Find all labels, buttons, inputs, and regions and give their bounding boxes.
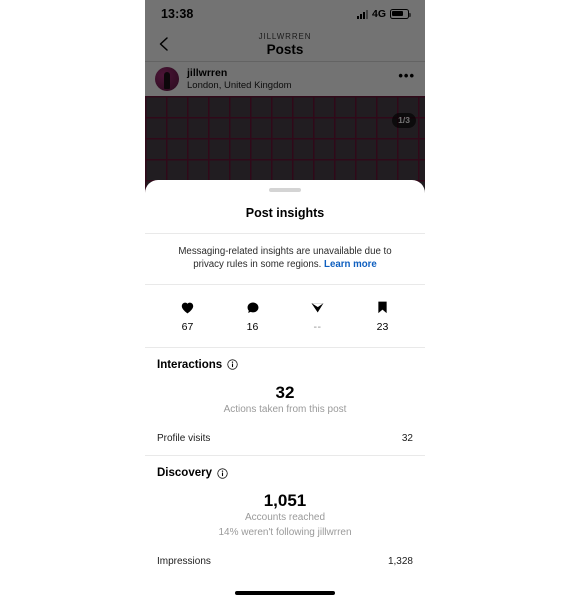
- page-title: Posts: [266, 42, 304, 57]
- post-location[interactable]: London, United Kingdom: [187, 80, 398, 92]
- home-indicator: [235, 591, 335, 595]
- app-background: 13:38 4G JILLWRREN Posts jillwrren Londo…: [145, 0, 425, 200]
- info-icon[interactable]: [217, 467, 228, 479]
- metric-comments[interactable]: 16: [220, 300, 285, 333]
- signal-bars-icon: [356, 9, 368, 19]
- metric-value: 67: [181, 320, 194, 333]
- row-impressions[interactable]: Impressions 1,328: [145, 544, 425, 578]
- info-icon[interactable]: [227, 359, 238, 370]
- interactions-header: Interactions: [157, 359, 413, 371]
- discovery-caption-secondary: 14% weren't following jillwrren: [218, 526, 352, 538]
- discovery-header: Discovery: [157, 467, 413, 479]
- discovery-total: 1,051: [263, 491, 307, 510]
- post-author-meta: jillwrren London, United Kingdom: [187, 67, 398, 92]
- comment-icon: [220, 300, 285, 316]
- discovery-summary: 1,051 Accounts reached 14% weren't follo…: [157, 479, 413, 544]
- status-bar: 13:38 4G: [145, 0, 425, 28]
- discovery-caption: Accounts reached: [244, 512, 326, 523]
- metric-shares[interactable]: --: [285, 300, 350, 333]
- sheet-title: Post insights: [245, 205, 325, 220]
- battery-icon: [390, 9, 411, 19]
- section-title: Interactions: [157, 358, 223, 371]
- metric-value: 23: [376, 320, 389, 333]
- metric-saves[interactable]: 23: [350, 300, 415, 333]
- navigation-bar: JILLWRREN Posts: [145, 28, 425, 62]
- heart-icon: [155, 300, 220, 316]
- section-title: Discovery: [157, 467, 212, 479]
- metric-value: 16: [246, 320, 259, 333]
- post-header: jillwrren London, United Kingdom •••: [145, 62, 425, 96]
- row-profile-visits[interactable]: Profile visits 32: [145, 421, 425, 456]
- share-icon: [285, 300, 350, 316]
- discovery-section: Discovery 1,051 Accounts reached 14% wer…: [145, 456, 425, 544]
- navigation-titles: JILLWRREN Posts: [145, 31, 425, 57]
- engagement-metrics-row: 67 16 -- 23: [145, 285, 425, 348]
- post-username[interactable]: jillwrren: [187, 67, 398, 80]
- status-bar-indicators: 4G: [356, 8, 411, 20]
- learn-more-link[interactable]: Learn more: [324, 259, 377, 270]
- drag-handle-icon[interactable]: [269, 188, 301, 192]
- status-bar-time: 13:38: [161, 7, 194, 21]
- post-insights-sheet: Post insights Messaging-related insights…: [145, 180, 425, 600]
- row-value: 32: [401, 433, 413, 444]
- row-label: Impressions: [157, 556, 211, 567]
- interactions-summary: 32 Actions taken from this post: [157, 371, 413, 422]
- bookmark-icon: [350, 300, 415, 316]
- interactions-total: 32: [275, 382, 295, 402]
- interactions-section: Interactions 32 Actions taken from this …: [145, 348, 425, 422]
- post-more-options-icon[interactable]: •••: [398, 69, 415, 86]
- metric-likes[interactable]: 67: [155, 300, 220, 333]
- phone-screen: 13:38 4G JILLWRREN Posts jillwrren Londo…: [145, 0, 425, 600]
- avatar[interactable]: [155, 67, 179, 91]
- carousel-index-badge: 1/3: [392, 113, 416, 128]
- network-type-label: 4G: [371, 8, 386, 20]
- row-value: 1,328: [387, 556, 413, 567]
- interactions-caption: Actions taken from this post: [223, 403, 347, 415]
- row-label: Profile visits: [157, 433, 211, 444]
- nav-eyebrow-label: JILLWRREN: [258, 32, 312, 41]
- privacy-notice-banner: Messaging-related insights are unavailab…: [145, 232, 425, 285]
- metric-value: --: [313, 320, 322, 333]
